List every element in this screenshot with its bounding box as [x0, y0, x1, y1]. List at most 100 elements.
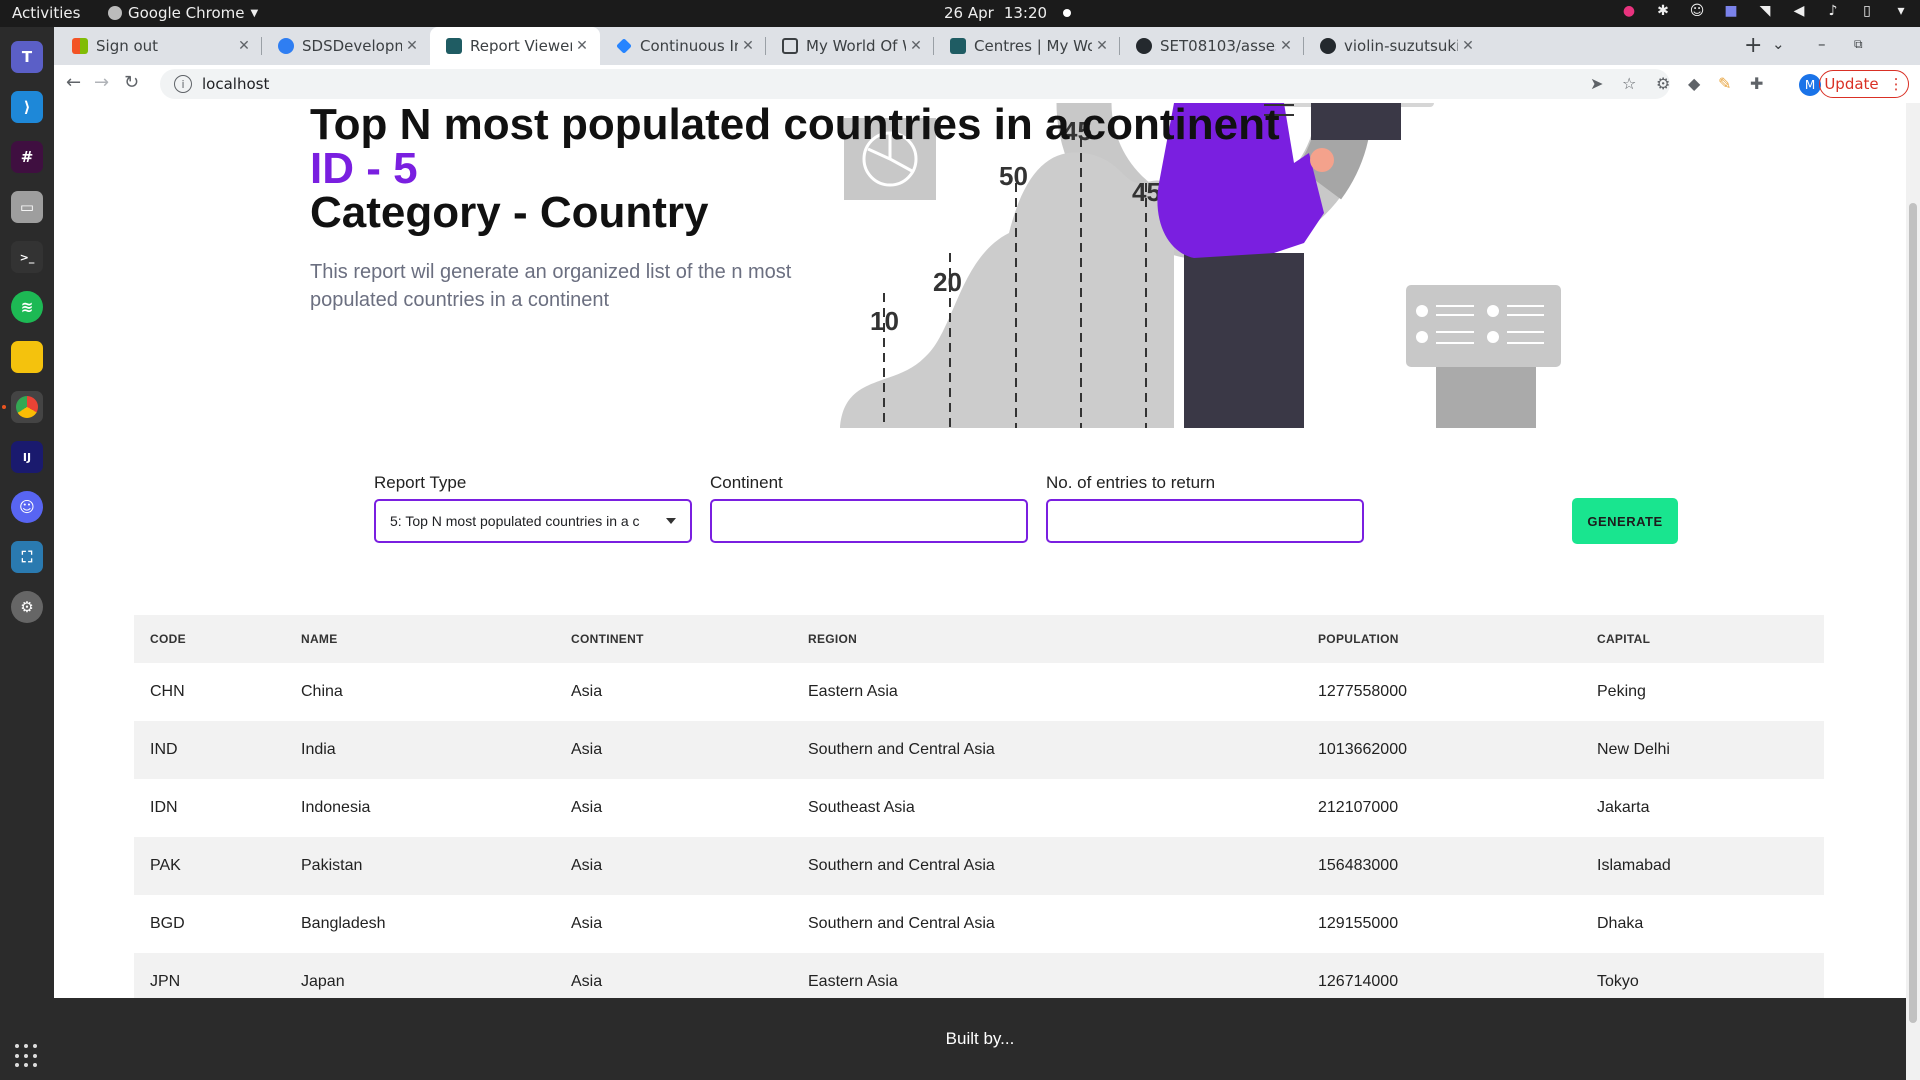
- wifi-icon[interactable]: ◥: [1756, 3, 1774, 19]
- cell-name: Pakistan: [285, 837, 555, 895]
- app-menu[interactable]: Google Chrome ▼: [108, 4, 258, 22]
- tab-my-world-of-work[interactable]: My World Of Work - ✕: [766, 27, 934, 65]
- close-tab-icon[interactable]: ✕: [738, 38, 758, 54]
- minimize-icon[interactable]: –: [1818, 35, 1826, 53]
- update-button[interactable]: Update ⋮: [1819, 70, 1909, 98]
- close-tab-icon[interactable]: ✕: [402, 38, 422, 54]
- extension-cube-icon[interactable]: ◆: [1688, 74, 1700, 93]
- tab-strip: Sign out ✕ SDSDevelopment / ( ✕ Report V…: [54, 27, 1920, 65]
- vscode-icon[interactable]: ⟩: [11, 91, 43, 123]
- tab-violin-suzutsuki[interactable]: violin-suzutsuki/GA ✕: [1304, 27, 1486, 65]
- tab-label: Continuous Improve: [640, 37, 738, 55]
- new-tab-plus-icon[interactable]: +: [1744, 33, 1762, 58]
- cell-continent: Asia: [571, 683, 603, 700]
- cell-name: India: [285, 721, 555, 779]
- tab-sign-out[interactable]: Sign out ✕: [56, 27, 262, 65]
- teams-icon[interactable]: T: [11, 41, 43, 73]
- power-menu-icon[interactable]: ▾: [1892, 3, 1910, 19]
- close-tab-icon[interactable]: ✕: [1458, 38, 1478, 54]
- cell-name: China: [301, 683, 343, 700]
- discord-tray-icon[interactable]: ☺: [1688, 3, 1706, 19]
- notes-icon[interactable]: [11, 341, 43, 373]
- list-bullet: [1416, 331, 1428, 343]
- report-type-select[interactable]: 5: Top N most populated countries in a c: [374, 499, 692, 543]
- cell-code: CHN: [150, 683, 185, 700]
- report-type-value: 5: Top N most populated countries in a c: [390, 513, 640, 529]
- close-tab-icon[interactable]: ✕: [572, 38, 592, 54]
- tab-search-icon[interactable]: ⌄: [1772, 35, 1785, 53]
- illus-number-20: 20: [933, 267, 962, 297]
- close-tab-icon[interactable]: ✕: [906, 38, 926, 54]
- scrollbar-thumb[interactable]: [1909, 203, 1917, 1023]
- tab-report-viewer[interactable]: Report Viewer 9000 ✕: [430, 27, 600, 65]
- site-info-icon[interactable]: i: [174, 75, 192, 93]
- settings-icon[interactable]: ⚙: [11, 591, 43, 623]
- tab-set08103[interactable]: SET08103/assessme ✕: [1120, 27, 1304, 65]
- tab-label: Sign out: [96, 37, 159, 55]
- record-icon[interactable]: ●: [1620, 3, 1638, 19]
- continent-group: Continent: [710, 473, 1028, 543]
- tab-label: SDSDevelopment / (: [302, 37, 402, 55]
- entries-input[interactable]: [1062, 512, 1348, 530]
- microphone-icon[interactable]: ♪: [1824, 3, 1842, 19]
- reload-icon[interactable]: ↻: [124, 72, 139, 93]
- activities-button[interactable]: Activities: [12, 4, 80, 22]
- report-id: ID - 5: [310, 144, 418, 193]
- files-icon[interactable]: ▭: [11, 191, 43, 223]
- table-row: CHN China Asia Eastern Asia 1277558000 P…: [134, 663, 1824, 721]
- slack-tray-icon[interactable]: ✱: [1654, 3, 1672, 19]
- page-viewport: 10 20 50 45 45 Top N most populated coun…: [54, 103, 1906, 1080]
- send-tab-icon[interactable]: ➤: [1590, 74, 1603, 93]
- address-bar[interactable]: i localhost: [160, 69, 1670, 99]
- intellij-icon[interactable]: IJ: [11, 441, 43, 473]
- extension-gear-icon[interactable]: ⚙: [1656, 74, 1670, 93]
- cell-continent: Asia: [571, 799, 603, 816]
- table-row: IDN Indonesia Asia Southeast Asia 212107…: [134, 779, 1824, 837]
- generate-button[interactable]: GENERATE: [1572, 498, 1678, 544]
- cell-capital: Islamabad: [1581, 837, 1824, 895]
- spotify-icon[interactable]: ≋: [11, 291, 43, 323]
- forward-arrow-icon[interactable]: →: [94, 72, 109, 93]
- time-label: 13:20: [1003, 4, 1048, 22]
- continent-label: Continent: [710, 473, 783, 492]
- extension-brush-icon[interactable]: ✎: [1718, 74, 1731, 93]
- close-tab-icon[interactable]: ✕: [1092, 38, 1112, 54]
- teams-tray-icon[interactable]: ■: [1722, 3, 1740, 19]
- back-arrow-icon[interactable]: ←: [66, 72, 81, 93]
- cell-name: Indonesia: [301, 799, 371, 816]
- battery-icon[interactable]: ▯: [1858, 3, 1876, 19]
- restore-icon[interactable]: ⧉: [1854, 37, 1863, 52]
- close-tab-icon[interactable]: ✕: [234, 38, 254, 54]
- cell-code: IDN: [150, 799, 178, 816]
- tab-continuous-improvement[interactable]: Continuous Improve ✕: [600, 27, 766, 65]
- header-name: NAME: [285, 615, 555, 663]
- show-applications-icon[interactable]: [15, 1044, 39, 1068]
- notification-dot-icon: [1063, 9, 1072, 17]
- screenshot-tool-icon[interactable]: ⛶: [11, 541, 43, 573]
- chrome-dock-icon[interactable]: [11, 391, 43, 423]
- continent-input[interactable]: [726, 512, 1012, 530]
- entries-field-wrapper: [1046, 499, 1364, 543]
- browser-toolbar: ← → ↻ i localhost ➤ ☆ ⚙ ◆ ✎ ✚ M Update ⋮: [54, 65, 1920, 104]
- close-tab-icon[interactable]: ✕: [1276, 38, 1296, 54]
- bookmark-star-icon[interactable]: ☆: [1622, 74, 1636, 93]
- system-tray[interactable]: ● ✱ ☺ ■ ◥ ◀ ♪ ▯ ▾: [1620, 3, 1910, 19]
- list-bullet: [1416, 305, 1428, 317]
- profile-avatar[interactable]: M: [1799, 74, 1821, 96]
- tab-sds-development[interactable]: SDSDevelopment / ( ✕: [262, 27, 430, 65]
- clock[interactable]: 26 Apr 13:20: [944, 4, 1072, 22]
- list-card-stand: [1436, 367, 1536, 428]
- terminal-icon[interactable]: >_: [11, 241, 43, 273]
- continent-field-wrapper: [710, 499, 1028, 543]
- volume-icon[interactable]: ◀: [1790, 3, 1808, 19]
- cell-population: 1277558000: [1318, 683, 1407, 700]
- cell-population: 129155000: [1318, 915, 1399, 932]
- report-type-group: Report Type 5: Top N most populated coun…: [374, 473, 692, 543]
- slack-icon[interactable]: #: [11, 141, 43, 173]
- cell-code: IND: [134, 721, 285, 779]
- extensions-puzzle-icon[interactable]: ✚: [1750, 74, 1763, 93]
- tab-centres[interactable]: Centres | My World c ✕: [934, 27, 1120, 65]
- discord-icon[interactable]: ☺: [11, 491, 43, 523]
- page-scrollbar[interactable]: [1906, 103, 1920, 1080]
- cell-capital: Dhaka: [1597, 915, 1644, 932]
